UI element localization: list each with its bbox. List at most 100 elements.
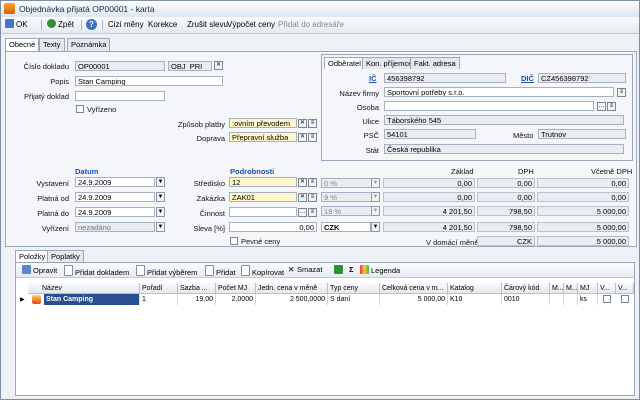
col-qty[interactable]: Počet MJ (216, 283, 256, 294)
zip-field[interactable]: 54101 (384, 129, 476, 139)
dic-field[interactable]: CZ456398792 (538, 73, 626, 83)
col-mj[interactable]: MJ (578, 283, 598, 294)
foreign-currency-button[interactable]: Cizí měny (108, 19, 144, 31)
street-field[interactable]: Táborského 545 (384, 115, 624, 125)
payment-field[interactable]: :ovním převodem (229, 118, 297, 128)
copy-item-button[interactable]: Kopírovat (241, 265, 284, 278)
clear-payment-icon[interactable]: ✕ (298, 119, 307, 128)
excel-export-button[interactable] (334, 265, 345, 276)
valid-to-dropdown[interactable]: ▼ (156, 207, 165, 217)
center-field[interactable]: 12 (229, 177, 297, 187)
vat-rate-0[interactable]: 0 % (321, 178, 373, 188)
description-field[interactable]: Stan Camping (75, 76, 223, 86)
cell-name[interactable]: Stan Camping (44, 294, 140, 305)
valid-from-dropdown[interactable]: ▼ (156, 192, 165, 202)
currency-select[interactable]: CZK (321, 222, 371, 232)
city-field[interactable]: Trutnov (538, 129, 626, 139)
more-person-icon[interactable]: … (597, 102, 606, 111)
ok-button[interactable]: OK (5, 19, 28, 31)
vat-rate-1[interactable]: 9 % (321, 192, 373, 202)
legend-button[interactable]: Legenda (360, 265, 400, 276)
cell-rate[interactable]: 19,00 (178, 294, 216, 305)
cell-mj[interactable]: ks (578, 294, 598, 305)
settled-date-dropdown[interactable]: ▼ (156, 222, 165, 232)
fixed-prices-checkbox[interactable] (230, 237, 238, 245)
clear-order-icon[interactable]: ✕ (298, 193, 307, 202)
issued-date-dropdown[interactable]: ▼ (156, 177, 165, 187)
person-field[interactable] (384, 101, 594, 111)
ic-field[interactable]: 456398792 (384, 73, 506, 83)
valid-from-field[interactable]: 24.9.2009 (75, 192, 155, 202)
cancel-discount-button[interactable]: Zrušit slevu (187, 19, 228, 31)
settled-checkbox[interactable] (76, 105, 84, 113)
dic-link[interactable]: DIČ (521, 74, 534, 83)
company-field[interactable]: Sportovní potřeby s.r.o. (384, 87, 614, 97)
col-price-type[interactable]: Typ ceny (328, 283, 380, 294)
transport-field[interactable]: Přepravní služba (229, 132, 297, 142)
col-order[interactable]: Pořadí (140, 283, 178, 294)
col-total[interactable]: Celková cena v m... (380, 283, 448, 294)
tab-general[interactable]: Obecné (5, 38, 40, 52)
tab-texts[interactable]: Texty (39, 38, 65, 51)
tab-final-recipient[interactable]: Kon. příjemce (362, 57, 417, 69)
add-by-select-button[interactable]: Přidat výběrem (136, 265, 197, 278)
help-button[interactable]: ? (86, 19, 97, 30)
ic-link[interactable]: IČ (369, 74, 377, 83)
col-name[interactable]: Název (28, 283, 140, 294)
activity-field[interactable] (229, 207, 297, 217)
tab-note[interactable]: Poznámka (67, 38, 111, 51)
clear-center-icon[interactable]: ✕ (298, 178, 307, 187)
cell-v2-checkbox[interactable] (621, 295, 629, 303)
add-to-addressbook-button[interactable]: Přidat do adresáře (278, 19, 344, 31)
browse-transport-icon[interactable]: ≡ (308, 133, 317, 142)
browse-activity-icon[interactable]: ≡ (308, 208, 317, 217)
add-item-button[interactable]: Přidat (205, 265, 236, 278)
clear-series-icon[interactable]: ✕ (214, 61, 223, 70)
valid-to-field[interactable]: 24.9.2009 (75, 207, 155, 217)
currency-dropdown[interactable]: ▼ (371, 222, 380, 232)
calc-prices-button[interactable]: Výpočet ceny (227, 19, 275, 31)
sum-button[interactable]: Σ (349, 265, 354, 275)
cell-v1-checkbox[interactable] (603, 295, 611, 303)
country-field[interactable]: Česká republika (384, 144, 624, 154)
cell-catalog[interactable]: K10 (448, 294, 502, 305)
col-v1[interactable]: V... (598, 283, 616, 294)
browse-person-icon[interactable]: ≡ (607, 102, 616, 111)
issued-date-field[interactable]: 24.9.2009 (75, 177, 155, 187)
col-m1[interactable]: M... (550, 283, 564, 294)
col-unit-price[interactable]: Jedn. cena v měně (256, 283, 328, 294)
browse-payment-icon[interactable]: ≡ (308, 119, 317, 128)
discount-field[interactable]: 0,00 (229, 222, 317, 232)
cell-total[interactable]: 5 000,00 (380, 294, 448, 305)
vat-rate-0-dropdown[interactable]: ▼ (371, 178, 380, 188)
col-m2[interactable]: M... (564, 283, 578, 294)
col-barcode[interactable]: Čárový kód (502, 283, 550, 294)
settled-date-field[interactable]: nezadáno (75, 222, 155, 232)
delete-item-button[interactable]: ✕ Smazat (288, 265, 322, 275)
col-catalog[interactable]: Katalog (448, 283, 502, 294)
clear-transport-icon[interactable]: ✕ (298, 133, 307, 142)
col-rate[interactable]: Sazba ... (178, 283, 216, 294)
cell-m1[interactable] (550, 294, 564, 305)
back-button[interactable]: Zpět (47, 19, 74, 31)
doc-series-field[interactable]: OBJ_PRI (168, 61, 212, 71)
browse-order-icon[interactable]: ≡ (308, 193, 317, 202)
tab-customer[interactable]: Odběratel (324, 57, 365, 69)
cell-order[interactable]: 1 (140, 294, 178, 305)
cell-barcode[interactable]: 0010 (502, 294, 550, 305)
browse-company-icon[interactable]: ≡ (617, 88, 626, 97)
vat-rate-2-dropdown[interactable]: ▼ (371, 206, 380, 216)
tab-invoice-address[interactable]: Fakt. adresa (410, 57, 460, 69)
received-doc-field[interactable] (75, 91, 165, 101)
browse-center-icon[interactable]: ≡ (308, 178, 317, 187)
cell-unit-price[interactable]: 2 500,0000 (256, 294, 328, 305)
more-activity-icon[interactable]: … (298, 208, 307, 217)
col-v2[interactable]: V... (616, 283, 634, 294)
order-field[interactable]: ZAK01 (229, 192, 297, 202)
cell-m2[interactable] (564, 294, 578, 305)
correction-button[interactable]: Korekce (148, 19, 177, 31)
vat-rate-2[interactable]: 19 % (321, 206, 373, 216)
cell-price-type[interactable]: S daní (328, 294, 380, 305)
cell-qty[interactable]: 2,0000 (216, 294, 256, 305)
vat-rate-1-dropdown[interactable]: ▼ (371, 192, 380, 202)
